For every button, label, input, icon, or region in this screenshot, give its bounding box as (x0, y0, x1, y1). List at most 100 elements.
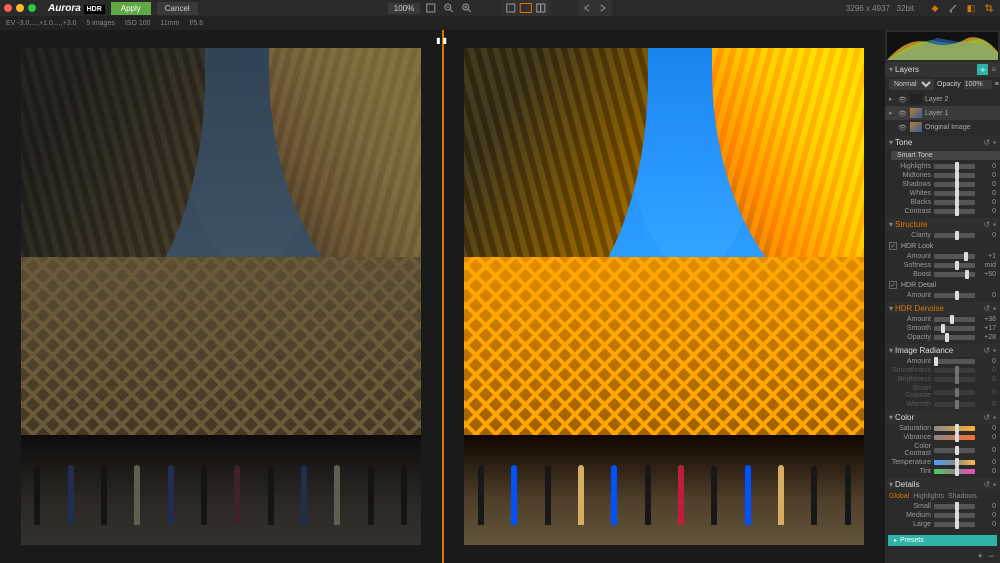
temperature-slider[interactable]: Temperature0 (885, 458, 1000, 467)
layer-blend-row: Normal Opacity ≡ (885, 77, 1000, 92)
tab-global[interactable]: Global (889, 493, 909, 500)
layers-header: ▾ Layers + ≡ (885, 62, 1000, 77)
radiance-toggle-icon[interactable]: ▪ (993, 346, 996, 355)
denoise-header[interactable]: ▾HDR Denoise ↺ ▪ (885, 302, 1000, 315)
denoise-toggle-icon[interactable]: ▪ (993, 304, 996, 313)
details-header[interactable]: ▾Details ↺ ▪ (885, 478, 1000, 491)
hdrdetail-amount-slider[interactable]: Amount0 (885, 291, 1000, 300)
layer-visibility-icon[interactable]: 👁 (898, 110, 907, 117)
zoom-level[interactable]: 100% (388, 3, 420, 14)
denoise-amount-slider[interactable]: Amount+38 (885, 315, 1000, 324)
hdr-look-checkbox[interactable]: ✓HDR Look (885, 240, 1000, 252)
tone-toggle-icon[interactable]: ▪ (993, 138, 996, 147)
ev-info: EV -3.0,...,+1.0,...,+3.0 (6, 20, 76, 27)
blacks-slider[interactable]: Blacks0 (885, 198, 1000, 207)
hdrlook-amount-slider[interactable]: Amount+1 (885, 252, 1000, 261)
hdrlook-boost-slider[interactable]: Boost+50 (885, 270, 1000, 279)
compare-view-icon[interactable] (520, 3, 532, 13)
top-toolbar: Aurora HDR Apply Cancel 100% 3296 x 4937… (0, 0, 1000, 16)
tone-reset-icon[interactable]: ↺ (983, 138, 990, 147)
apply-button[interactable]: Apply (111, 2, 151, 15)
undo-icon[interactable] (580, 1, 594, 15)
histogram[interactable] (887, 32, 998, 60)
compare-handle-icon[interactable]: ▮▮ (436, 36, 449, 45)
highlights-slider[interactable]: Highlights0 (885, 162, 1000, 171)
contrast-slider[interactable]: Contrast0 (885, 207, 1000, 216)
hdr-detail-checkbox[interactable]: ✓HDR Detail (885, 279, 1000, 291)
cancel-button[interactable]: Cancel (157, 2, 198, 15)
layer-visibility-icon[interactable]: 👁 (898, 124, 907, 131)
layers-title: Layers (895, 65, 977, 74)
whites-slider[interactable]: Whites0 (885, 189, 1000, 198)
eyedropper-icon[interactable]: ◆ (928, 1, 942, 15)
image-viewer[interactable]: ▮▮ (0, 30, 885, 563)
maximize-window-icon[interactable] (28, 4, 36, 12)
redo-icon[interactable] (596, 1, 610, 15)
layer-caret-icon[interactable]: ▸ (889, 109, 895, 117)
radiance-amount-slider[interactable]: Amount0 (885, 357, 1000, 366)
layers-menu-icon[interactable]: ≡ (991, 65, 996, 74)
single-view-icon[interactable] (504, 1, 518, 15)
viewer-after (442, 30, 886, 563)
shadows-slider[interactable]: Shadows0 (885, 180, 1000, 189)
add-layer-button[interactable]: + (977, 64, 988, 75)
smart-tone-button[interactable]: Smart Tone (891, 151, 1000, 160)
radiance-reset-icon[interactable]: ↺ (983, 346, 990, 355)
close-window-icon[interactable] (4, 4, 12, 12)
footer-add-icon[interactable]: + (977, 551, 982, 561)
layer-row[interactable]: ▸👁Layer 2 (885, 92, 1000, 106)
tab-shadows[interactable]: Shadows (948, 493, 977, 500)
layer-row[interactable]: 👁Original Image (885, 120, 1000, 134)
hdrlook-softness-slider[interactable]: Softnessmid (885, 261, 1000, 270)
layer-caret-icon[interactable]: ▸ (889, 95, 895, 103)
fit-icon[interactable] (424, 1, 438, 15)
denoise-reset-icon[interactable]: ↺ (983, 304, 990, 313)
color-header[interactable]: ▾Color ↺ ▪ (885, 411, 1000, 424)
radiance-warmth-slider: Warmth0 (885, 400, 1000, 409)
tint-slider[interactable]: Tint0 (885, 467, 1000, 476)
layer-row[interactable]: ▸👁Layer 1 (885, 106, 1000, 120)
zoom-in-icon[interactable] (460, 1, 474, 15)
footer-remove-icon[interactable]: − (989, 551, 994, 561)
before-after-icon[interactable] (534, 1, 548, 15)
layer-opacity-input[interactable] (964, 80, 992, 89)
image-info-bar: EV -3.0,...,+1.0,...,+3.0 5 images ISO 1… (0, 16, 1000, 30)
brush-icon[interactable] (946, 1, 960, 15)
blend-mode-select[interactable]: Normal (889, 79, 934, 90)
layer-thumb (910, 108, 922, 118)
midtones-slider[interactable]: Midtones0 (885, 171, 1000, 180)
layer-visibility-icon[interactable]: 👁 (898, 96, 907, 103)
denoise-opacity-slider[interactable]: Opacity+28 (885, 333, 1000, 342)
minimize-window-icon[interactable] (16, 4, 24, 12)
details-medium-slider[interactable]: Medium0 (885, 511, 1000, 520)
radiance-smoothness-slider: Smoothness0 (885, 366, 1000, 375)
saturation-slider[interactable]: Saturation0 (885, 424, 1000, 433)
structure-toggle-icon[interactable]: ▪ (993, 220, 996, 229)
structure-reset-icon[interactable]: ↺ (983, 220, 990, 229)
radiance-brightness-slider: Brightness0 (885, 375, 1000, 384)
opacity-menu-icon[interactable]: ≡ (995, 81, 999, 88)
before-image (21, 48, 421, 544)
tab-highlights[interactable]: Highlights (913, 493, 944, 500)
color-reset-icon[interactable]: ↺ (983, 413, 990, 422)
layer-thumb (910, 122, 922, 132)
structure-header[interactable]: ▾Structure ↺ ▪ (885, 218, 1000, 231)
iso-info: ISO 100 (125, 20, 151, 27)
zoom-out-icon[interactable] (442, 1, 456, 15)
window-controls (4, 4, 36, 12)
details-toggle-icon[interactable]: ▪ (993, 480, 996, 489)
gradient-icon[interactable]: ◧ (964, 1, 978, 15)
tone-header[interactable]: ▾Tone ↺ ▪ (885, 136, 1000, 149)
presets-button[interactable]: Presets (888, 535, 997, 546)
radiance-header[interactable]: ▾Image Radiance ↺ ▪ (885, 344, 1000, 357)
vibrance-slider[interactable]: Vibrance0 (885, 433, 1000, 442)
color-toggle-icon[interactable]: ▪ (993, 413, 996, 422)
clarity-slider[interactable]: Clarity0 (885, 231, 1000, 240)
details-reset-icon[interactable]: ↺ (983, 480, 990, 489)
crop-icon[interactable] (982, 1, 996, 15)
denoise-smooth-slider[interactable]: Smooth+17 (885, 324, 1000, 333)
colorcontrast-slider[interactable]: Color Contrast0 (885, 442, 1000, 458)
details-large-slider[interactable]: Large0 (885, 520, 1000, 529)
details-small-slider[interactable]: Small0 (885, 502, 1000, 511)
opacity-label: Opacity (937, 81, 961, 88)
